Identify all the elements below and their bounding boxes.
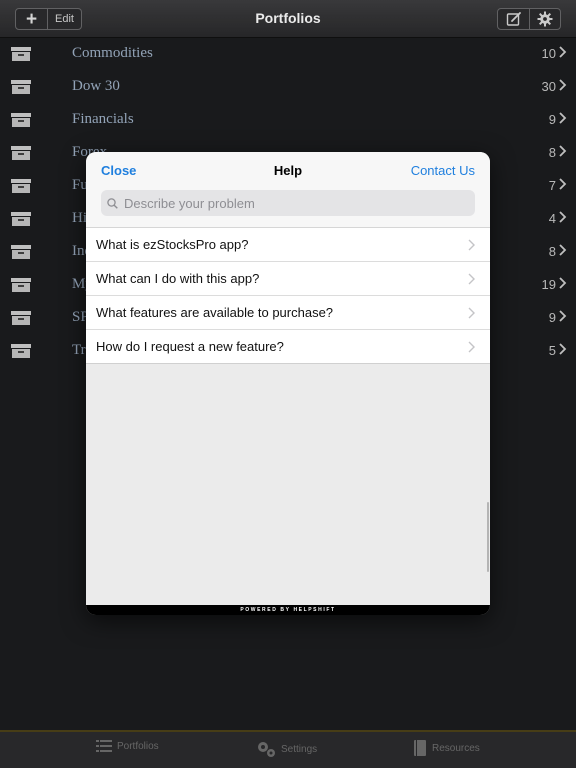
search-icon	[107, 197, 118, 209]
chevron-right-icon	[468, 341, 475, 353]
search-input[interactable]	[124, 195, 454, 211]
help-header: Close Help Contact Us	[86, 152, 490, 228]
faq-item[interactable]: What features are available to purchase?	[86, 296, 490, 330]
faq-label: What can I do with this app?	[96, 271, 260, 286]
contact-us-button[interactable]: Contact Us	[411, 163, 475, 178]
faq-item[interactable]: What can I do with this app?	[86, 262, 490, 296]
faq-item[interactable]: What is ezStocksPro app?	[86, 228, 490, 262]
chevron-right-icon	[468, 307, 475, 319]
faq-item[interactable]: How do I request a new feature?	[86, 330, 490, 364]
chevron-right-icon	[468, 273, 475, 285]
powered-by-footer: POWERED BY HELPSHIFT	[86, 605, 490, 615]
faq-label: What features are available to purchase?	[96, 305, 334, 320]
search-bar[interactable]	[101, 190, 475, 216]
help-modal: Close Help Contact Us What is ezStocksPr…	[86, 152, 490, 615]
faq-label: What is ezStocksPro app?	[96, 237, 249, 252]
faq-label: How do I request a new feature?	[96, 339, 284, 354]
faq-list: What is ezStocksPro app? What can I do w…	[86, 228, 490, 364]
scroll-indicator[interactable]	[487, 502, 489, 572]
chevron-right-icon	[468, 239, 475, 251]
